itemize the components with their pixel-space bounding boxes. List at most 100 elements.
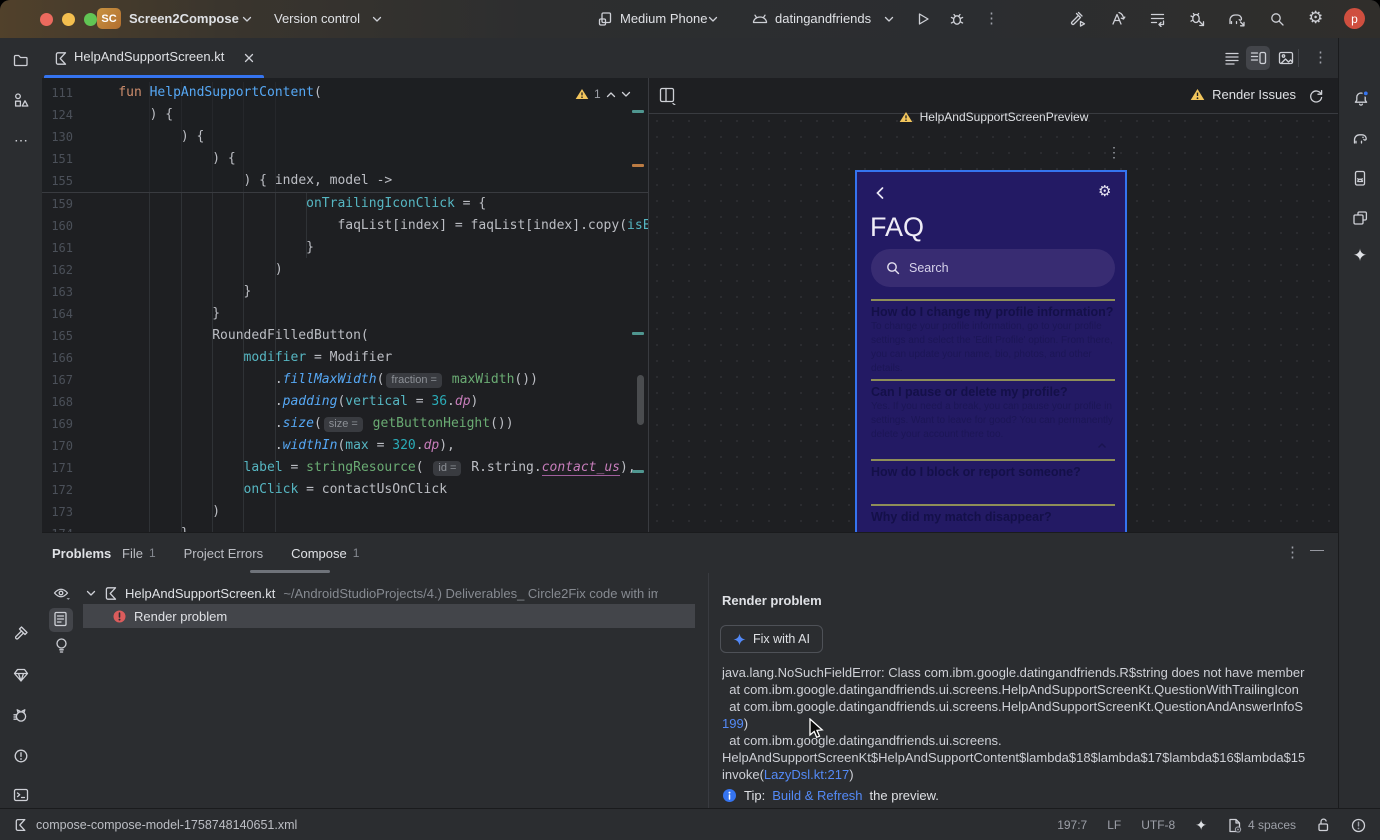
quickfix-bulb-icon[interactable] — [54, 637, 69, 654]
close-window-button[interactable] — [40, 12, 53, 26]
panel-options-icon[interactable]: ⋮ — [1285, 543, 1300, 561]
terminal-tool-icon[interactable] — [13, 787, 29, 803]
file-encoding[interactable]: UTF-8 — [1141, 818, 1175, 832]
code-line-130[interactable]: 130) { — [42, 126, 648, 148]
tab-helpandsupportscreen[interactable]: HelpAndSupportScreen.kt — [44, 38, 264, 78]
faq-question-2[interactable]: Can I pause or delete my profile? — [871, 385, 1115, 399]
problems-tool-icon[interactable] — [13, 748, 29, 764]
preview-device-frame[interactable]: ⚙ FAQ Search How do I change my profile … — [855, 170, 1127, 532]
status-file-name[interactable]: compose-compose-model-1758748140651.xml — [36, 818, 297, 832]
user-avatar[interactable]: p — [1344, 8, 1365, 29]
code-line-162[interactable]: 162) — [42, 259, 648, 281]
app-quality-insights-icon[interactable] — [13, 667, 29, 683]
faq-search-field[interactable]: Search — [871, 249, 1115, 287]
search-icon[interactable] — [1269, 11, 1286, 28]
view-options-eye-icon[interactable] — [53, 585, 71, 601]
preview-options-icon[interactable]: ⋮ — [1107, 144, 1121, 161]
notifications-icon[interactable] — [1352, 90, 1368, 106]
gradle-icon[interactable] — [1352, 130, 1368, 146]
code-view-button[interactable] — [1220, 46, 1244, 70]
gemini-status-icon[interactable]: ✦ — [1195, 817, 1207, 834]
gemini-tool-icon[interactable]: ✦ — [1339, 246, 1380, 266]
design-view-button[interactable] — [1274, 46, 1298, 70]
run-icon[interactable] — [915, 11, 931, 27]
faq-settings-icon[interactable]: ⚙ — [1098, 182, 1111, 200]
code-line-155[interactable]: 155) { index, model -> — [42, 170, 648, 192]
preview-title[interactable]: HelpAndSupportScreenPreview — [920, 110, 1089, 124]
run-configuration[interactable]: datingandfriends — [775, 11, 871, 26]
code-line-171[interactable]: 171 label = stringResource( id = R.string… — [42, 457, 648, 479]
stack-trace-link[interactable]: 199 — [722, 716, 744, 731]
code-line-174[interactable]: 174} — [42, 523, 648, 532]
project-tool-icon[interactable] — [13, 52, 29, 68]
next-problem-icon[interactable] — [621, 91, 631, 98]
profiler-icon[interactable] — [1188, 10, 1206, 28]
project-badge[interactable]: SC — [97, 8, 121, 29]
code-line-167[interactable]: 167 .fillMaxWidth(fraction = maxWidth()) — [42, 369, 648, 391]
line-separator[interactable]: LF — [1107, 818, 1121, 832]
task-list-icon[interactable] — [1149, 11, 1166, 27]
code-line-124[interactable]: 124) { — [42, 104, 648, 126]
code-line-151[interactable]: 151) { — [42, 148, 648, 170]
panel-tab-file[interactable]: File 1 — [122, 546, 156, 561]
stack-trace-link[interactable]: LazyDsl.kt:217 — [764, 767, 849, 782]
indent-widget[interactable]: 4 spaces — [1227, 818, 1296, 833]
resource-manager-icon[interactable] — [13, 92, 29, 108]
code-line-166[interactable]: 166 modifier = Modifier — [42, 347, 648, 369]
inspection-widget[interactable]: 1 — [575, 87, 631, 101]
code-line-161[interactable]: 161} — [42, 237, 648, 259]
vcs-widget[interactable]: Version control — [274, 11, 360, 26]
code-line-159[interactable]: 159 onTrailingIconClick = { — [42, 193, 648, 215]
zoom-window-button[interactable] — [84, 12, 97, 26]
code-assist-icon[interactable] — [1109, 10, 1127, 28]
build-refresh-link[interactable]: Build & Refresh — [772, 788, 862, 803]
faq-question-4[interactable]: Why did my match disappear? — [871, 510, 1115, 524]
debug-icon[interactable] — [949, 11, 965, 27]
layout-options-icon[interactable] — [659, 87, 677, 105]
prev-problem-icon[interactable] — [606, 91, 616, 98]
panel-tab-compose[interactable]: Compose 1 — [291, 546, 359, 561]
more-tool-windows-icon[interactable]: ⋯ — [0, 132, 42, 149]
build-run-icon[interactable] — [1068, 11, 1086, 28]
settings-icon[interactable]: ⚙ — [1308, 8, 1323, 28]
running-devices-icon[interactable] — [1352, 210, 1368, 226]
render-issues-status[interactable]: Render Issues — [1190, 87, 1296, 102]
code-line-170[interactable]: 170 .widthIn(max = 320.dp), — [42, 435, 648, 457]
more-actions-icon[interactable]: ⋮ — [984, 9, 999, 27]
logcat-icon[interactable] — [13, 708, 29, 724]
tree-error-row[interactable]: Render problem — [112, 604, 227, 628]
split-view-button[interactable] — [1246, 46, 1270, 70]
code-line-173[interactable]: 173) — [42, 501, 648, 523]
minimize-window-button[interactable] — [62, 12, 75, 26]
panel-tab-project-errors[interactable]: Project Errors — [184, 546, 263, 561]
project-name[interactable]: Screen2Compose — [129, 11, 239, 26]
code-line-160[interactable]: 160 faqList[index] = faqList[index].copy(… — [42, 215, 648, 237]
editor-scrollbar-thumb[interactable] — [637, 375, 644, 425]
fix-with-ai-button[interactable]: Fix with AI — [720, 625, 823, 653]
gradle-sync-icon[interactable] — [1227, 10, 1247, 28]
code-editor[interactable]: 111 fun HelpAndSupportContent(124) {130) … — [42, 78, 648, 532]
hide-panel-icon[interactable]: — — [1310, 541, 1324, 557]
faq-question-3[interactable]: How do I block or report someone? — [871, 465, 1115, 479]
tree-file-row[interactable]: HelpAndSupportScreen.kt ~/AndroidStudioP… — [86, 581, 658, 605]
code-line-172[interactable]: 172 onClick = contactUsOnClick — [42, 479, 648, 501]
code-line-165[interactable]: 165 RoundedFilledButton( — [42, 325, 648, 347]
refresh-preview-icon[interactable] — [1308, 88, 1324, 104]
code-line-163[interactable]: 163} — [42, 281, 648, 303]
code-line-169[interactable]: 169 .size(size = getButtonHeight()) — [42, 413, 648, 435]
code-line-164[interactable]: 164} — [42, 303, 648, 325]
device-selector[interactable]: Medium Phone — [620, 11, 707, 26]
close-tab-icon[interactable] — [244, 53, 254, 63]
device-manager-icon[interactable] — [1352, 170, 1368, 186]
editor-options-icon[interactable]: ⋮ — [1313, 48, 1328, 66]
code-line-111[interactable]: 111 fun HelpAndSupportContent( — [42, 82, 648, 104]
preview-source-toggle[interactable] — [49, 608, 73, 632]
panel-splitter[interactable] — [708, 573, 709, 809]
code-line-168[interactable]: 168 .padding(vertical = 36.dp) — [42, 391, 648, 413]
unlock-icon[interactable] — [1316, 817, 1331, 833]
power-save-icon[interactable] — [1351, 818, 1366, 833]
caret-position[interactable]: 197:7 — [1057, 818, 1087, 832]
build-tool-icon[interactable] — [13, 625, 29, 641]
back-icon[interactable] — [875, 186, 885, 200]
faq-question-1[interactable]: How do I change my profile information? — [871, 305, 1115, 448]
